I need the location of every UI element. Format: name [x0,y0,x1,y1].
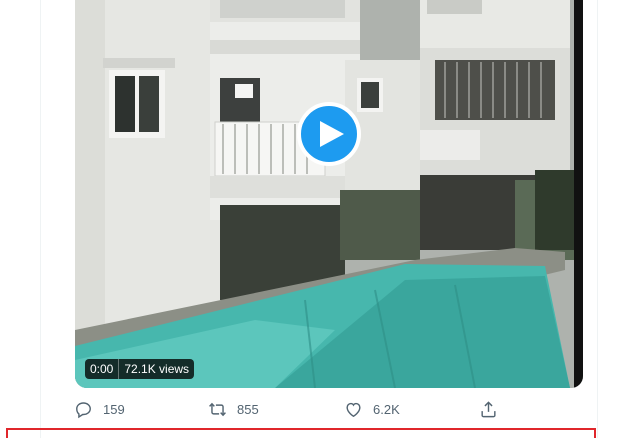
retweet-icon [209,402,226,416]
retweet-count: 855 [237,401,259,417]
reply-icon [76,401,91,418]
video-timestamp: 0:00 [85,359,119,379]
share-button[interactable] [479,396,498,422]
share-icon [481,400,496,417]
play-icon [319,121,344,147]
retweet-button[interactable]: 855 [208,396,259,422]
highlight-box [6,428,596,438]
heart-icon [346,402,361,417]
video-edge [574,0,583,388]
video-view-count: 72.1K views [118,359,195,379]
video-thumbnail [75,0,583,388]
like-count: 6.2K [373,401,400,417]
reply-count: 159 [103,401,125,417]
like-button[interactable]: 6.2K [344,396,400,422]
page: 0:00 72.1K views 159 855 6.2K [0,0,622,438]
reply-button[interactable]: 159 [74,396,125,422]
video-player[interactable]: 0:00 72.1K views [75,0,583,388]
play-button[interactable] [297,102,361,166]
tweet-action-bar: 159 855 6.2K [74,396,504,422]
video-info-overlay: 0:00 72.1K views [85,359,195,379]
